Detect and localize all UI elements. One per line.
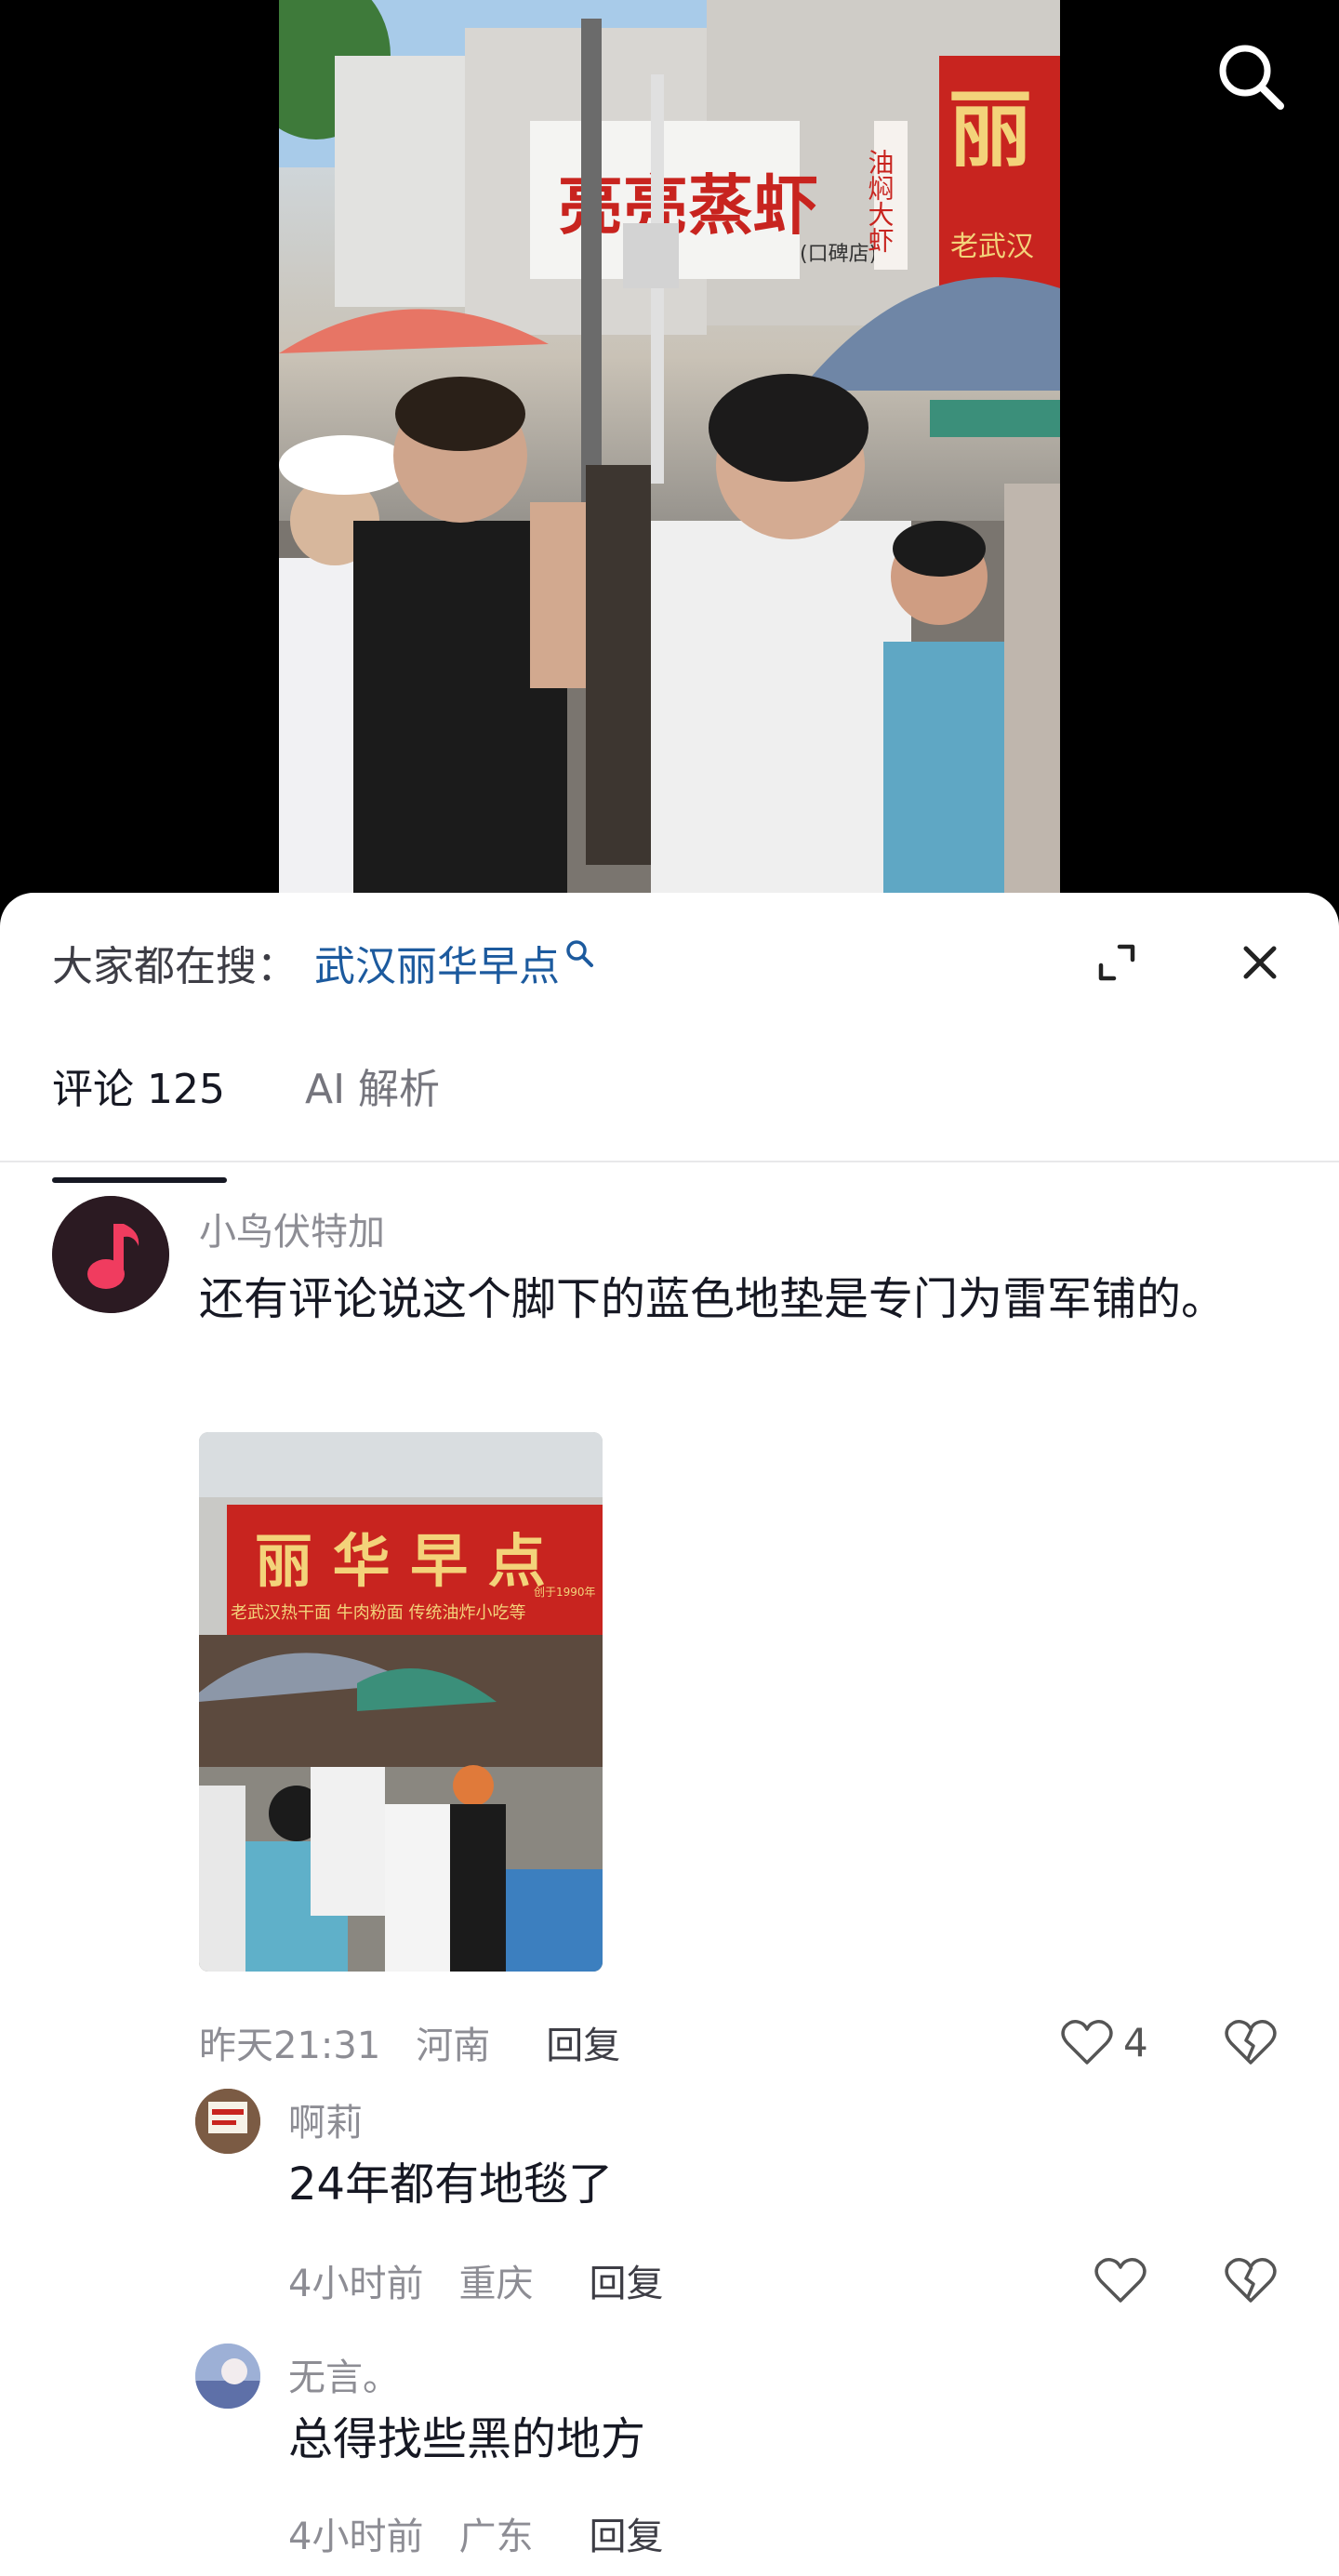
avatar[interactable]	[195, 2089, 260, 2154]
tab-bar: 评论 125 AI 解析	[52, 1058, 520, 1183]
avatar[interactable]	[195, 2344, 260, 2409]
comment-meta: 昨天21:31 河南 回复	[199, 2014, 656, 2070]
avatar[interactable]	[52, 1196, 169, 1313]
comment-location: 河南	[416, 2025, 491, 2067]
photo-sign-subtitle: 老武汉热干面 牛肉粉面 传统油炸小吃等	[231, 1603, 525, 1623]
broken-heart-icon[interactable]	[1224, 2018, 1278, 2066]
avatar-image	[195, 2089, 260, 2154]
comment-sheet: 大家都在搜： 武汉丽华早点 评论 125 AI 解析 小鸟伏特加 还有评论说这个…	[0, 893, 1339, 2576]
reply-button[interactable]: 回复	[589, 2253, 663, 2307]
video-frame[interactable]: 亮亮蒸虾 (口碑店) 油焖大虾 丽 老武汉	[279, 0, 1060, 893]
photo-sign-founded: 创于1990年	[534, 1586, 596, 1599]
comment-meta: 4小时前 重庆 回复	[288, 2252, 698, 2308]
reply-button[interactable]: 回复	[546, 2015, 620, 2069]
comment-meta: 4小时前 广东 回复	[288, 2505, 698, 2561]
tab-ai-analysis[interactable]: AI 解析	[305, 1058, 440, 1122]
reply-button[interactable]: 回复	[589, 2506, 663, 2560]
search-suggestion-link[interactable]: 武汉丽华早点	[314, 933, 560, 992]
heart-icon	[1061, 2020, 1113, 2065]
like-button[interactable]: 4	[1060, 2014, 1148, 2070]
tab-comments[interactable]: 评论 125	[52, 1058, 227, 1183]
broken-heart-icon[interactable]	[1224, 2256, 1278, 2304]
comment-time: 4小时前	[288, 2516, 424, 2558]
close-icon[interactable]	[1237, 939, 1283, 986]
music-note-icon	[52, 1196, 169, 1313]
sign-text-shop2: 丽	[948, 80, 1032, 179]
sign-text-shop1-side: 油焖大虾	[865, 149, 895, 253]
comment-text: 还有评论说这个脚下的蓝色地垫是专门为雷军铺的。	[199, 1273, 1226, 1325]
comment-text: 24年都有地毯了	[288, 2158, 614, 2211]
search-icon[interactable]	[1213, 39, 1288, 113]
comment-author[interactable]: 无言。	[288, 2347, 400, 2401]
photo-sign-title: 丽 华 早 点	[255, 1527, 546, 1595]
search-suggestion-prefix: 大家都在搜：	[52, 943, 298, 990]
comment-image[interactable]: 丽 华 早 点 老武汉热干面 牛肉粉面 传统油炸小吃等 创于1990年	[199, 1432, 603, 1972]
sign-text-shop2-sub: 老武汉	[950, 231, 1034, 263]
search-small-icon	[566, 940, 593, 967]
tabs-divider	[0, 1161, 1339, 1162]
heart-icon[interactable]	[1094, 2256, 1147, 2304]
video-player[interactable]: 亮亮蒸虾 (口碑店) 油焖大虾 丽 老武汉	[0, 0, 1339, 893]
video-still-image: 亮亮蒸虾 (口碑店) 油焖大虾 丽 老武汉	[279, 0, 1060, 893]
comment-time: 4小时前	[288, 2263, 424, 2305]
comment-location: 广东	[458, 2516, 534, 2558]
comment-author[interactable]: 啊莉	[288, 2092, 363, 2146]
comment-text: 总得找些黑的地方	[288, 2413, 646, 2465]
search-suggestion-bar[interactable]: 大家都在搜： 武汉丽华早点	[52, 930, 595, 995]
expand-icon[interactable]	[1094, 939, 1140, 986]
comment-author[interactable]: 小鸟伏特加	[199, 1202, 385, 1255]
like-count: 4	[1123, 2019, 1148, 2065]
comment-photo: 丽 华 早 点 老武汉热干面 牛肉粉面 传统油炸小吃等 创于1990年	[199, 1432, 603, 1972]
comment-location: 重庆	[458, 2263, 534, 2305]
comment-time: 昨天21:31	[199, 2025, 381, 2067]
avatar-image	[195, 2344, 260, 2409]
